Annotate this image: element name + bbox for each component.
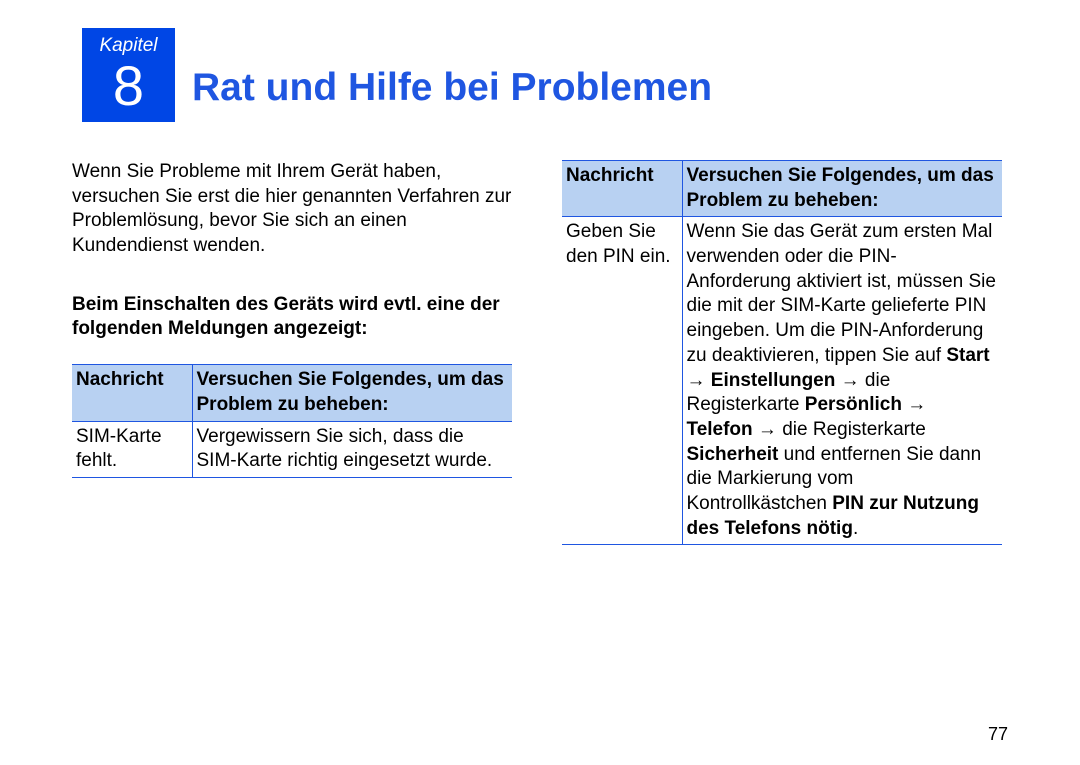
table2-cell-solution: Wenn Sie das Gerät zum ersten Mal verwen… [682,217,1002,545]
section-heading: Beim Einschalten des Geräts wird evtl. e… [72,293,512,342]
table-row: SIM-Karte fehlt. Vergewissern Sie sich, … [72,421,512,477]
left-column: Wenn Sie Probleme mit Ihrem Gerät haben,… [72,160,512,478]
table2-cell-message: Geben Sie den PIN ein. [562,217,682,545]
intro-text: Wenn Sie Probleme mit Ihrem Gerät haben,… [72,160,512,259]
troubleshoot-table-1: Nachricht Versuchen Sie Folgendes, um da… [72,364,512,478]
right-column: Nachricht Versuchen Sie Folgendes, um da… [562,160,1002,545]
page-number: 77 [988,724,1008,745]
table1-header-solution: Versuchen Sie Folgendes, um das Problem … [192,365,512,421]
table1-cell-message: SIM-Karte fehlt. [72,421,192,477]
table1-cell-solution: Vergewissern Sie sich, dass die SIM-Kart… [192,421,512,477]
table1-header-message: Nachricht [72,365,192,421]
chapter-number: 8 [82,57,175,116]
troubleshoot-table-2: Nachricht Versuchen Sie Folgendes, um da… [562,160,1002,545]
table-row: Geben Sie den PIN ein. Wenn Sie das Gerä… [562,217,1002,545]
table2-header-message: Nachricht [562,161,682,217]
chapter-title: Rat und Hilfe bei Problemen [192,66,712,110]
chapter-block: Kapitel 8 [82,28,175,122]
table2-header-solution: Versuchen Sie Folgendes, um das Problem … [682,161,1002,217]
